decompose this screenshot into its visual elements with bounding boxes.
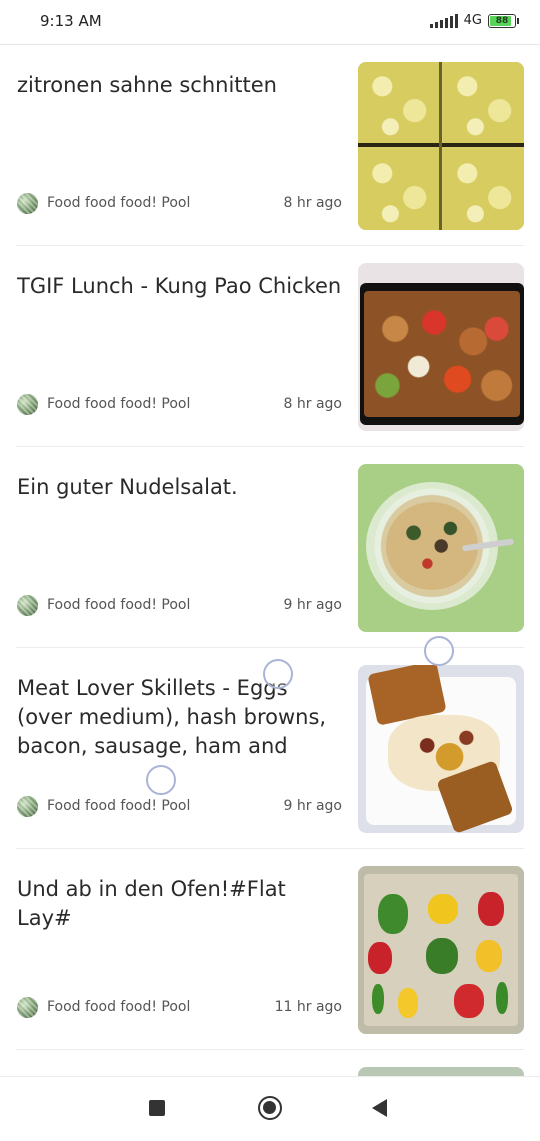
post-title[interactable]: Ein guter Nudelsalat. xyxy=(17,473,342,502)
post-card[interactable]: zitronen sahne schnitten Food food food!… xyxy=(0,45,540,246)
post-age: 11 hr ago xyxy=(274,999,342,1015)
post-thumbnail[interactable] xyxy=(358,1067,524,1076)
status-indicators: 4G 88 xyxy=(429,13,519,28)
pool-avatar[interactable] xyxy=(17,192,38,214)
post-title[interactable]: Und ab in den Ofen!#Flat Lay# xyxy=(17,875,342,933)
post-thumbnail[interactable] xyxy=(358,665,524,833)
system-nav-bar xyxy=(0,1076,540,1141)
pool-avatar[interactable] xyxy=(17,996,38,1018)
pool-name[interactable]: Food food food! Pool xyxy=(47,999,275,1015)
pool-name[interactable]: Food food food! Pool xyxy=(47,798,284,814)
post-card[interactable]: Ein guter Nudelsalat. Food food food! Po… xyxy=(0,447,540,648)
post-card[interactable]: TGIF Lunch - Kung Pao Chicken Food food … xyxy=(0,246,540,447)
signal-strength-icon xyxy=(429,13,458,28)
post-thumbnail[interactable] xyxy=(358,866,524,1034)
post-age: 9 hr ago xyxy=(283,798,342,814)
pool-avatar[interactable] xyxy=(17,795,38,817)
battery-icon: 88 xyxy=(488,13,519,28)
pool-avatar[interactable] xyxy=(17,594,38,616)
post-thumbnail[interactable] xyxy=(358,263,524,431)
post-title[interactable]: zitronen sahne schnitten xyxy=(17,71,342,100)
post-thumbnail[interactable] xyxy=(358,62,524,230)
status-bar: 9:13 AM 4G 88 xyxy=(0,0,540,45)
post-meta: Food food food! Pool 9 hr ago xyxy=(17,594,342,616)
post-thumbnail[interactable] xyxy=(358,464,524,632)
back-icon[interactable] xyxy=(372,1099,387,1117)
post-age: 9 hr ago xyxy=(283,597,342,613)
touch-indicator xyxy=(263,659,293,689)
post-title[interactable]: TGIF Lunch - Kung Pao Chicken xyxy=(17,272,342,301)
network-type: 4G xyxy=(463,13,482,28)
post-age: 8 hr ago xyxy=(283,195,342,211)
pool-name[interactable]: Food food food! Pool xyxy=(47,396,284,412)
battery-percent: 88 xyxy=(495,15,509,26)
status-time: 9:13 AM xyxy=(40,12,102,30)
post-meta: Food food food! Pool 11 hr ago xyxy=(17,996,342,1018)
post-age: 8 hr ago xyxy=(283,396,342,412)
recent-apps-icon[interactable] xyxy=(149,1100,165,1116)
post-meta: Food food food! Pool 8 hr ago xyxy=(17,393,342,415)
touch-indicator xyxy=(146,765,176,795)
post-meta: Food food food! Pool 8 hr ago xyxy=(17,192,342,214)
pool-name[interactable]: Food food food! Pool xyxy=(47,597,284,613)
post-card[interactable]: Und ab in den Ofen!#Flat Lay# Food food … xyxy=(0,849,540,1050)
post-title[interactable]: Meat Lover Skillets - Eggs (over medium)… xyxy=(17,674,342,762)
pool-avatar[interactable] xyxy=(17,393,38,415)
post-card-partial[interactable] xyxy=(0,1050,540,1076)
post-feed: zitronen sahne schnitten Food food food!… xyxy=(0,45,540,1050)
post-meta: Food food food! Pool 9 hr ago xyxy=(17,795,342,817)
touch-indicator xyxy=(424,636,454,666)
home-icon[interactable] xyxy=(258,1096,282,1120)
pool-name[interactable]: Food food food! Pool xyxy=(47,195,284,211)
